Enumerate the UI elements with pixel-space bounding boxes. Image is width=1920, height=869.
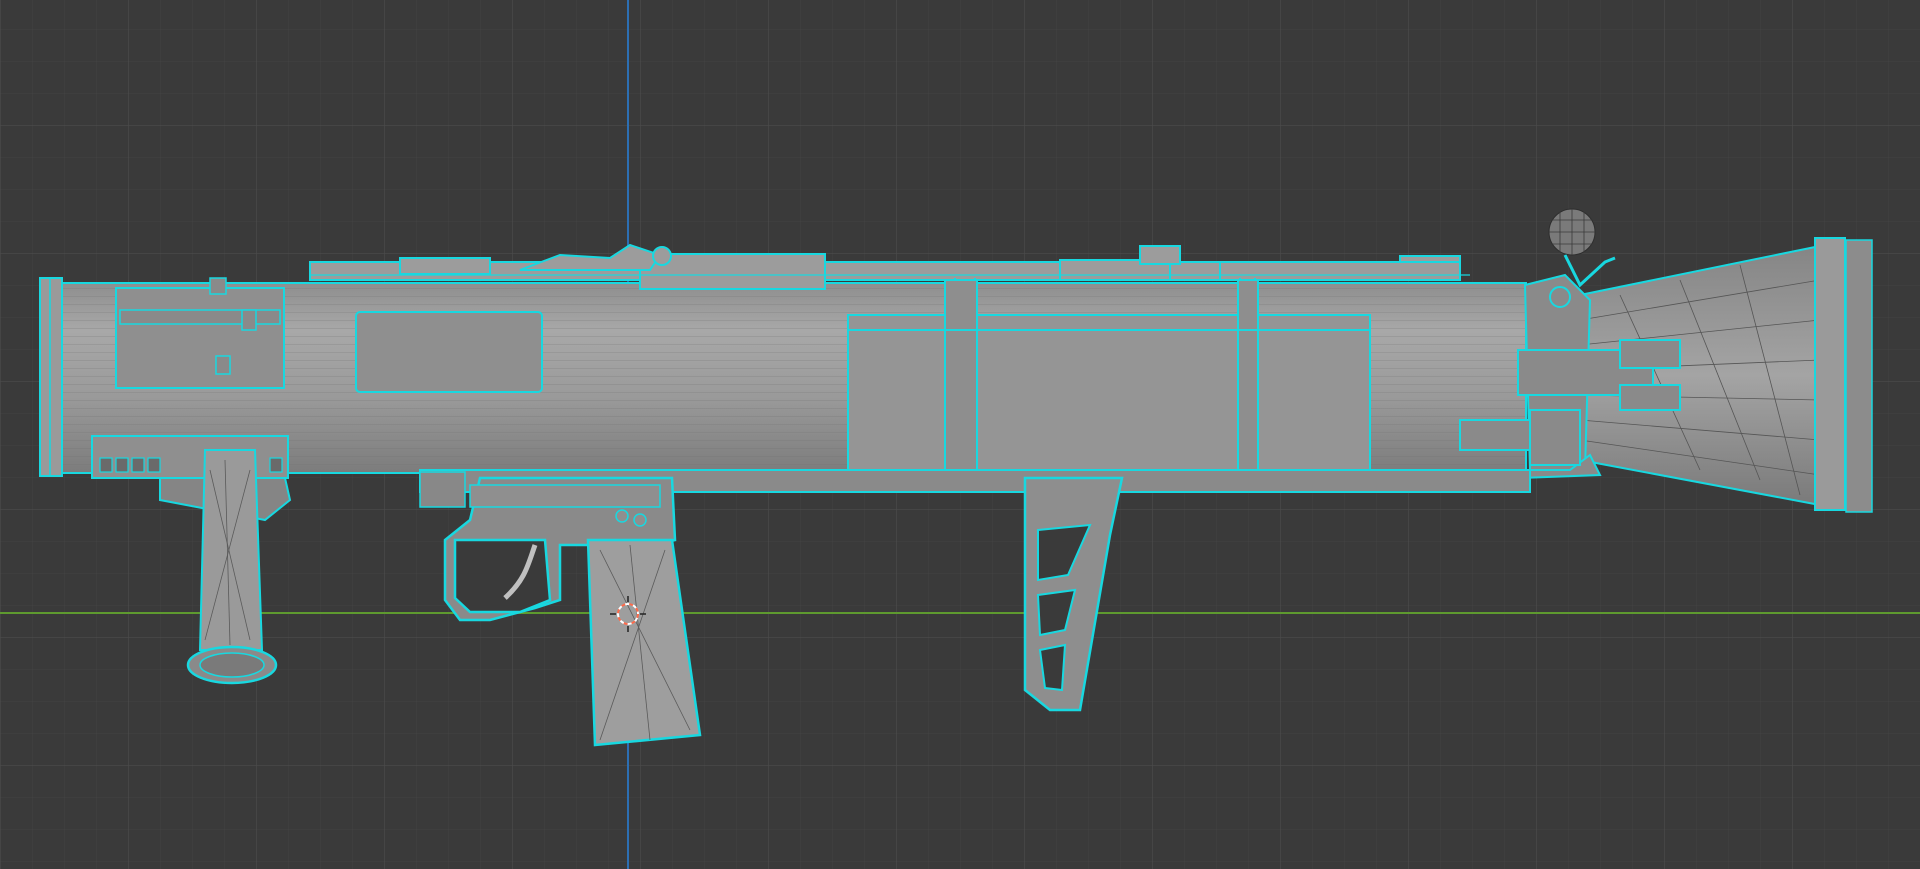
- 3d-viewport[interactable]: [0, 0, 1920, 869]
- side-panel-mid: [355, 311, 543, 393]
- venturi-rim: [1814, 237, 1846, 511]
- rear-ring: [39, 277, 63, 477]
- viewport-canvas[interactable]: [0, 0, 1920, 869]
- side-panel-rear: [115, 287, 285, 389]
